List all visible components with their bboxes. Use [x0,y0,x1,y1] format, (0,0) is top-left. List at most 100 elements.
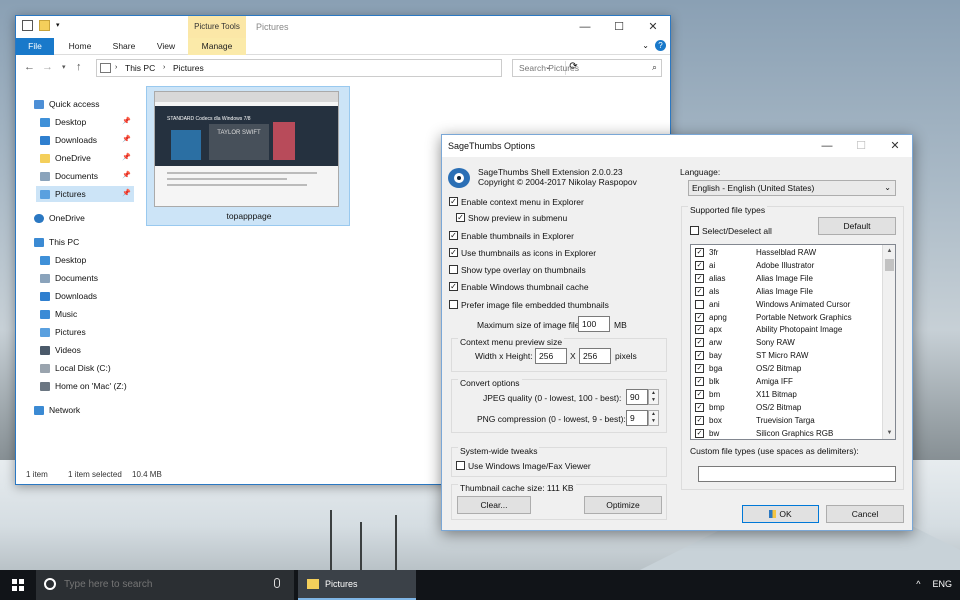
file-type-checkbox[interactable]: ✓ [695,377,704,386]
file-type-checkbox[interactable]: ✓ [695,260,704,270]
scrollbar-thumb[interactable] [885,259,894,271]
file-type-checkbox[interactable]: ✓ [695,325,704,335]
file-type-checkbox[interactable]: ✓ [695,286,704,296]
file-types-scrollbar[interactable]: ▲ ▼ [882,245,895,439]
file-type-row[interactable]: ani Windows Animated Cursor [691,298,881,311]
up-icon[interactable]: ↑ [76,61,82,73]
file-type-row[interactable]: ✓ bw Silicon Graphics RGB [691,427,881,439]
preview-submenu-checkbox[interactable]: ✓ [456,213,465,222]
windows-cache-checkbox[interactable]: ✓ [449,282,458,291]
nav-quick-access[interactable]: Quick access [34,96,100,112]
taskbar-search[interactable] [36,570,294,600]
nav-pc-music[interactable]: Music [40,306,77,322]
nav-quick-documents[interactable]: Documents [40,168,98,184]
scroll-down-icon[interactable]: ▼ [883,427,895,439]
default-button[interactable]: Default [818,217,896,235]
context-menu-checkbox[interactable]: ✓ [449,197,458,206]
cancel-button[interactable]: Cancel [826,505,904,523]
maximize-button[interactable]: ☐ [602,16,636,38]
expand-ribbon-icon[interactable]: ⌄ [642,41,649,50]
file-type-row[interactable]: ✓ blk Amiga IFF [691,375,881,388]
maximize-button[interactable]: ☐ [844,135,878,157]
search-box[interactable]: ⌕ [512,59,662,77]
search-input[interactable] [517,62,637,74]
breadcrumb-pictures[interactable]: Pictures [173,63,204,73]
search-icon[interactable]: ⌕ [652,62,657,73]
file-type-checkbox[interactable] [695,299,704,309]
nav-this-pc[interactable]: This PC [34,234,79,250]
file-type-checkbox[interactable]: ✓ [695,402,704,412]
nav-quick-downloads[interactable]: Downloads [40,132,97,148]
file-type-row[interactable]: ✓ alias Alias Image File [691,272,881,285]
taskbar-item-pictures[interactable]: Pictures [298,570,416,600]
file-type-row[interactable]: ✓ als Alias Image File [691,285,881,298]
file-type-row[interactable]: ✓ apng Portable Network Graphics [691,311,881,324]
nav-quick-desktop[interactable]: Desktop [40,114,86,130]
custom-types-input[interactable] [698,466,896,482]
file-type-checkbox[interactable]: ✓ [695,248,704,257]
breadcrumb-separator-icon[interactable]: › [115,64,117,71]
file-type-checkbox[interactable]: ✓ [695,273,704,283]
file-type-row[interactable]: ✓ 3fr Hasselblad RAW [691,246,881,259]
pin-icon[interactable]: 📌 [122,117,131,125]
properties-icon[interactable] [22,20,33,31]
file-type-row[interactable]: ✓ bm X11 Bitmap [691,388,881,401]
ok-button[interactable]: OK [742,505,819,523]
fax-viewer-checkbox[interactable] [456,461,465,470]
jpeg-quality-input[interactable]: 90 [626,389,648,405]
file-type-checkbox[interactable]: ✓ [695,415,704,425]
thumbs-explorer-checkbox[interactable]: ✓ [449,231,458,240]
explorer-titlebar[interactable]: ▾ Picture Tools Pictures — ☐ ✕ [16,16,670,38]
recent-locations-icon[interactable]: ▾ [62,63,66,71]
nav-pc-mac-home[interactable]: Home on 'Mac' (Z:) [40,378,127,394]
optimize-cache-button[interactable]: Optimize [584,496,662,514]
address-bar[interactable]: › This PC › Pictures ⌄ ⟳ [96,59,578,77]
pin-icon[interactable]: 📌 [122,171,131,179]
nav-pc-videos[interactable]: Videos [40,342,81,358]
help-icon[interactable]: ? [655,40,666,51]
prefer-embedded-checkbox[interactable] [449,300,458,309]
file-type-checkbox[interactable]: ✓ [695,364,704,374]
close-button[interactable]: ✕ [878,135,912,157]
file-type-checkbox[interactable]: ✓ [695,338,704,348]
file-type-row[interactable]: ✓ bmp OS/2 Bitmap [691,401,881,414]
tab-view[interactable]: View [150,38,182,55]
file-type-row[interactable]: ✓ ai Adobe Illustrator [691,259,881,272]
nav-quick-onedrive[interactable]: OneDrive [40,150,91,166]
file-item[interactable]: STANDARD Codecs dla Windows 7/8 TAYLOR S… [146,86,350,226]
language-select[interactable]: English - English (United States) ⌄ [688,180,896,196]
breadcrumb-this-pc[interactable]: This PC [125,63,155,73]
microphone-icon[interactable] [274,578,280,588]
file-type-row[interactable]: ✓ bga OS/2 Bitmap [691,362,881,375]
nav-pc-pictures[interactable]: Pictures [40,324,86,340]
png-compression-input[interactable]: 9 [626,410,648,426]
tab-file[interactable]: File [16,38,54,55]
nav-network[interactable]: Network [34,402,80,418]
file-type-row[interactable]: ✓ arw Sony RAW [691,336,881,349]
dialog-titlebar[interactable]: SageThumbs Options — ☐ ✕ [442,135,912,157]
tab-home[interactable]: Home [62,38,98,55]
minimize-button[interactable]: — [810,135,844,157]
type-overlay-checkbox[interactable] [449,265,458,274]
clear-cache-button[interactable]: Clear... [457,496,531,514]
pin-icon[interactable]: 📌 [122,189,131,197]
file-types-list[interactable]: ✓ 3fr Hasselblad RAW ✓ ai Adobe Illustrator ✓ a… [690,244,896,440]
jpeg-quality-spinner[interactable]: ▲ ▼ [648,389,659,405]
png-compression-spinner[interactable]: ▲ ▼ [648,410,659,426]
start-button[interactable] [0,570,36,600]
nav-pc-documents[interactable]: Documents [40,270,98,286]
scroll-up-icon[interactable]: ▲ [883,245,895,257]
select-all-checkbox[interactable] [690,226,699,235]
file-type-checkbox[interactable]: ✓ [695,389,704,399]
nav-pc-downloads[interactable]: Downloads [40,288,97,304]
new-folder-icon[interactable] [39,20,50,31]
back-icon[interactable]: ← [24,61,35,73]
nav-pc-desktop[interactable]: Desktop [40,252,86,268]
tab-manage[interactable]: Manage [188,38,246,55]
chevron-down-icon[interactable]: ▾ [56,20,60,31]
max-size-input[interactable]: 100 [578,316,610,332]
file-type-row[interactable]: ✓ apx Ability Photopaint Image [691,323,881,336]
breadcrumb-separator-icon[interactable]: › [163,64,165,71]
file-type-row[interactable]: ✓ bay ST Micro RAW [691,349,881,362]
pin-icon[interactable]: 📌 [122,135,131,143]
